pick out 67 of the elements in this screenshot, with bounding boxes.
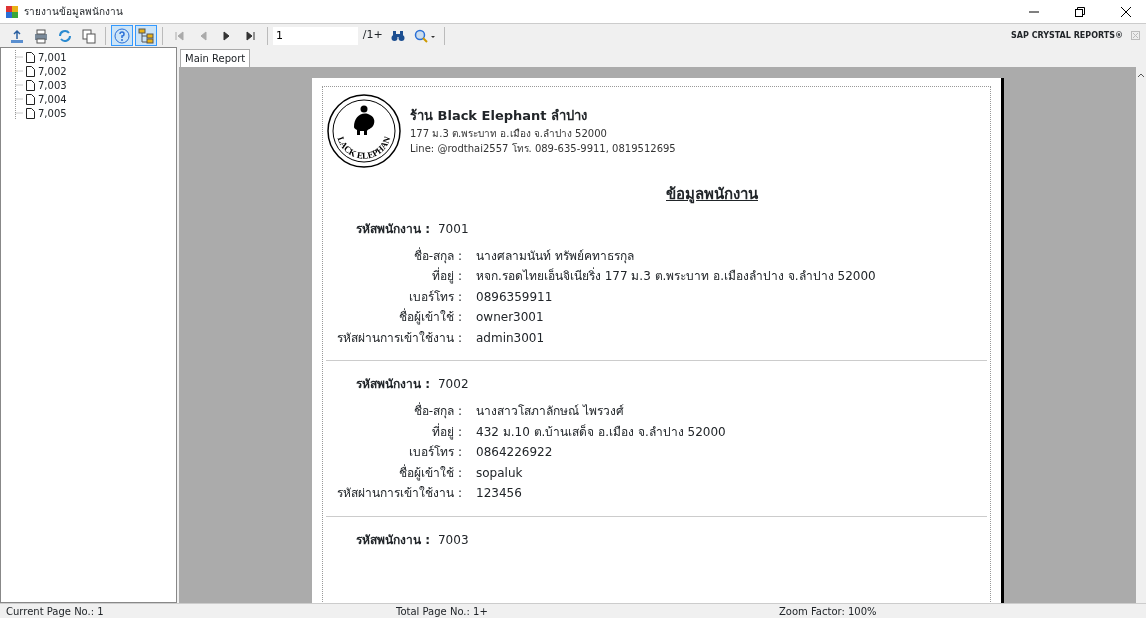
field-value: 432 ม.10 ต.บ้านเสด็จ อ.เมือง จ.ลำปาง 52000 xyxy=(476,423,726,441)
last-page-icon xyxy=(246,30,256,41)
document-icon xyxy=(26,79,35,91)
field-value: นางศลามนันท์ ทรัพย์คทาธรกุล xyxy=(476,247,634,265)
group-tree-button[interactable] xyxy=(135,25,157,46)
first-page-icon xyxy=(174,30,184,41)
close-icon xyxy=(1121,6,1131,17)
export-icon xyxy=(9,27,25,44)
document-icon xyxy=(26,51,35,63)
copy-icon xyxy=(81,27,97,44)
field-label: รหัสพนักงาน : xyxy=(356,376,430,393)
status-text: Current Page No.: 1 xyxy=(5,605,105,618)
status-text: Zoom Factor: 100% xyxy=(778,605,878,618)
document-icon xyxy=(26,65,35,77)
report-tab[interactable]: Main Report xyxy=(180,49,251,67)
report-title: ข้อมูลพนักงาน xyxy=(666,184,759,206)
window-title: รายงานข้อมูลพนักงาน xyxy=(24,5,124,19)
field-value: admin3001 xyxy=(476,329,545,347)
field-label: รหัสผ่านการเข้าใช้งาน : xyxy=(337,330,462,345)
print-icon xyxy=(33,27,49,44)
scroll-up-icon xyxy=(1136,71,1146,79)
tree-item[interactable]: 7,001 xyxy=(38,49,67,65)
employee-id: 7003 xyxy=(438,531,469,549)
refresh-icon xyxy=(57,27,73,44)
employee-id: 7001 xyxy=(438,220,469,238)
field-label: รหัสพนักงาน : xyxy=(356,220,430,238)
field-value: นางสาวโสภาลักษณ์ ไพรวงศ์ xyxy=(476,403,624,421)
brand-text: SAP CRYSTAL REPORTS® xyxy=(1011,29,1123,42)
binoculars-icon xyxy=(391,29,406,42)
field-label: ชื่อ-สกุล : xyxy=(413,248,462,263)
app-icon xyxy=(6,5,18,18)
scroll-bar[interactable] xyxy=(1136,67,1146,603)
help-icon xyxy=(114,27,130,44)
field-label: ชื่อผู้เข้าใช้ : xyxy=(399,465,462,480)
shop-name: ร้าน Black Elephant ลำปาง xyxy=(410,107,589,126)
page-number-field[interactable]: 1 xyxy=(273,26,358,45)
previous-page-icon xyxy=(198,30,208,41)
shop-contact: Line: @rodthai2557 โทร. 089-635-9911, 0819512695 xyxy=(410,141,676,156)
field-value: sopaluk xyxy=(476,464,523,482)
tree-item[interactable]: 7,002 xyxy=(38,63,67,79)
group-tree-icon xyxy=(138,27,154,44)
field-label: รหัสพนักงาน : xyxy=(356,531,430,549)
document-icon xyxy=(26,93,35,105)
shop-address: 177 ม.3 ต.พระบาท อ.เมือง จ.ลำปาง 52000 xyxy=(410,126,608,141)
field-label: ที่อยู่ : xyxy=(432,269,462,284)
status-text: Total Page No.: 1+ xyxy=(395,605,489,618)
field-value: 123456 xyxy=(476,485,522,503)
field-label: เบอร์โทร : xyxy=(409,289,462,304)
tree-item[interactable]: 7,004 xyxy=(38,91,67,107)
help-button[interactable] xyxy=(111,25,133,46)
document-icon xyxy=(26,107,35,119)
employee-id: 7002 xyxy=(438,376,469,393)
tree-item[interactable]: 7,003 xyxy=(38,77,67,93)
zoom-icon xyxy=(414,28,437,43)
field-label: ชื่อ-สกุล : xyxy=(413,404,462,419)
field-value: 0896359911 xyxy=(476,288,553,306)
field-label: ที่อยู่ : xyxy=(432,424,462,439)
field-value: หจก.รอดไทยเอ็นจิเนียริ่ง 177 ม.3 ต.พระบาท อ.เมืองลำปาง จ.ลำปาง 52000 xyxy=(476,267,876,286)
field-label: เบอร์โทร : xyxy=(409,445,462,460)
restore-icon xyxy=(1075,6,1085,17)
field-value: 0864226922 xyxy=(476,444,553,462)
field-label: รหัสผ่านการเข้าใช้งาน : xyxy=(337,486,462,501)
page-total-text: /1+ xyxy=(362,27,383,44)
tree-item[interactable]: 7,005 xyxy=(38,105,67,121)
next-page-icon xyxy=(222,30,232,41)
field-label: ชื่อผู้เข้าใช้ : xyxy=(399,310,462,325)
field-value: owner3001 xyxy=(476,309,544,327)
